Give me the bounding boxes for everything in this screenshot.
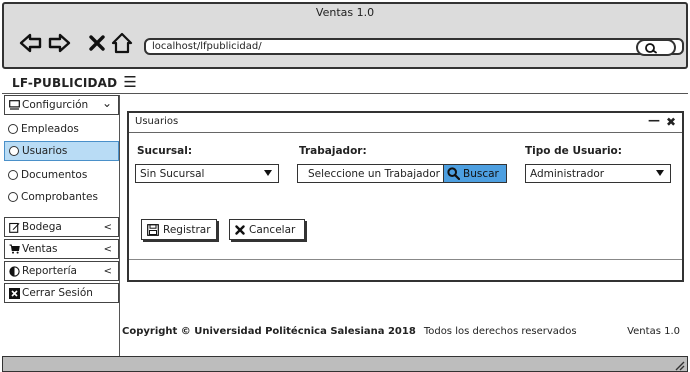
- tipo-usuario-label: Tipo de Usuario:: [525, 145, 622, 157]
- cancelar-label: Cancelar: [249, 223, 296, 236]
- sidebar-group-reporteria[interactable]: Reportería <: [4, 261, 119, 281]
- panel-title: Usuarios: [135, 116, 179, 127]
- radio-icon: [8, 169, 18, 180]
- sidebar-group-label: Configurción: [22, 99, 89, 111]
- resize-grip-icon[interactable]: [673, 359, 685, 371]
- sidebar-item-usuarios[interactable]: Usuarios: [4, 141, 119, 161]
- sidebar-group-ventas[interactable]: Ventas <: [4, 239, 119, 259]
- chevron-down-icon: ⌄: [101, 96, 112, 110]
- trabajador-placeholder: Seleccione un Trabajador: [308, 167, 440, 180]
- url-bar[interactable]: localhost/lfpublicidad/: [144, 38, 684, 56]
- sucursal-value: Sin Sucursal: [140, 167, 205, 180]
- monitor-icon: [9, 100, 20, 110]
- sidebar-item-comprobantes[interactable]: Comprobantes: [4, 187, 119, 206]
- home-icon: [111, 32, 133, 54]
- buscar-button[interactable]: Buscar: [443, 164, 507, 183]
- sidebar-group-bodega[interactable]: Bodega <: [4, 217, 119, 237]
- hamburger-icon[interactable]: ☰: [123, 75, 136, 90]
- url-text: localhost/lfpublicidad/: [152, 41, 262, 52]
- registrar-label: Registrar: [163, 223, 211, 236]
- browser-chrome: Ventas 1.0 localhost/lfpublicidad/: [2, 2, 688, 69]
- sidebar-group-label: Cerrar Sesión: [22, 287, 93, 299]
- search-icon: [645, 42, 657, 53]
- sidebar-item-empleados[interactable]: Empleados: [4, 119, 119, 138]
- sidebar-group-configuracion[interactable]: Configurción ⌄: [4, 95, 119, 115]
- edit-icon: [9, 222, 20, 233]
- status-bar: [2, 356, 688, 372]
- arrow-right-icon: [48, 33, 71, 53]
- brand-title: LF-PUBLICIDAD: [12, 75, 118, 90]
- sidebar-item-label: Usuarios: [22, 145, 68, 157]
- panel-titlebar: Usuarios — ✖: [129, 113, 682, 133]
- sidebar-item-label: Empleados: [21, 122, 79, 135]
- cart-icon: [9, 244, 20, 254]
- home-button[interactable]: [110, 30, 134, 56]
- close-icon: [89, 35, 105, 51]
- registrar-button[interactable]: Registrar: [141, 219, 217, 240]
- sidebar-item-label: Comprobantes: [21, 190, 98, 203]
- radio-icon: [8, 123, 18, 134]
- chevron-left-icon: <: [103, 221, 112, 233]
- sidebar-group-label: Bodega: [22, 221, 62, 233]
- panel-divider: [129, 259, 682, 260]
- pie-chart-icon: [9, 265, 20, 277]
- close-icon: [235, 224, 245, 235]
- sidebar: Configurción ⌄ Empleados Usuarios Docume…: [2, 95, 120, 357]
- radio-icon: [9, 146, 19, 156]
- url-search-button[interactable]: [636, 39, 676, 56]
- buscar-label: Buscar: [463, 167, 499, 180]
- back-button[interactable]: [18, 30, 44, 56]
- sucursal-label: Sucursal:: [137, 145, 193, 157]
- sidebar-group-label: Reportería: [22, 265, 77, 277]
- sidebar-item-documentos[interactable]: Documentos: [4, 165, 119, 184]
- sucursal-select[interactable]: Sin Sucursal: [135, 164, 279, 183]
- sidebar-group-label: Ventas: [22, 243, 58, 255]
- page-footer: Copyright © Universidad Politécnica Sale…: [122, 320, 686, 342]
- forward-button[interactable]: [46, 30, 72, 56]
- usuarios-panel: Usuarios — ✖ Sucursal: Sin Sucursal Trab…: [127, 111, 684, 282]
- copyright-text: Copyright © Universidad Politécnica Sale…: [122, 325, 416, 337]
- chevron-left-icon: <: [103, 265, 112, 277]
- radio-icon: [8, 191, 18, 202]
- trabajador-input[interactable]: Seleccione un Trabajador: [297, 164, 445, 183]
- close-icon[interactable]: ✖: [666, 115, 676, 129]
- rights-text: Todos los derechos reservados: [423, 325, 577, 337]
- search-icon: [447, 167, 460, 180]
- stop-button[interactable]: [86, 30, 108, 56]
- tipo-usuario-select[interactable]: Administrador: [525, 164, 671, 183]
- chevron-left-icon: <: [103, 243, 112, 255]
- cancelar-button[interactable]: Cancelar: [229, 219, 305, 240]
- save-icon: [147, 223, 159, 236]
- logout-x-icon: [9, 287, 20, 299]
- caret-down-icon: [656, 170, 664, 176]
- sidebar-item-label: Documentos: [21, 168, 88, 181]
- arrow-left-icon: [19, 33, 42, 53]
- sidebar-logout[interactable]: Cerrar Sesión: [4, 283, 119, 303]
- tipo-usuario-value: Administrador: [530, 167, 605, 180]
- minimize-icon[interactable]: —: [648, 113, 660, 127]
- window-title: Ventas 1.0: [315, 6, 375, 19]
- app-header: LF-PUBLICIDAD ☰: [2, 72, 688, 94]
- caret-down-icon: [264, 170, 272, 176]
- trabajador-label: Trabajador:: [299, 145, 367, 157]
- version-text: Ventas 1.0: [627, 325, 680, 337]
